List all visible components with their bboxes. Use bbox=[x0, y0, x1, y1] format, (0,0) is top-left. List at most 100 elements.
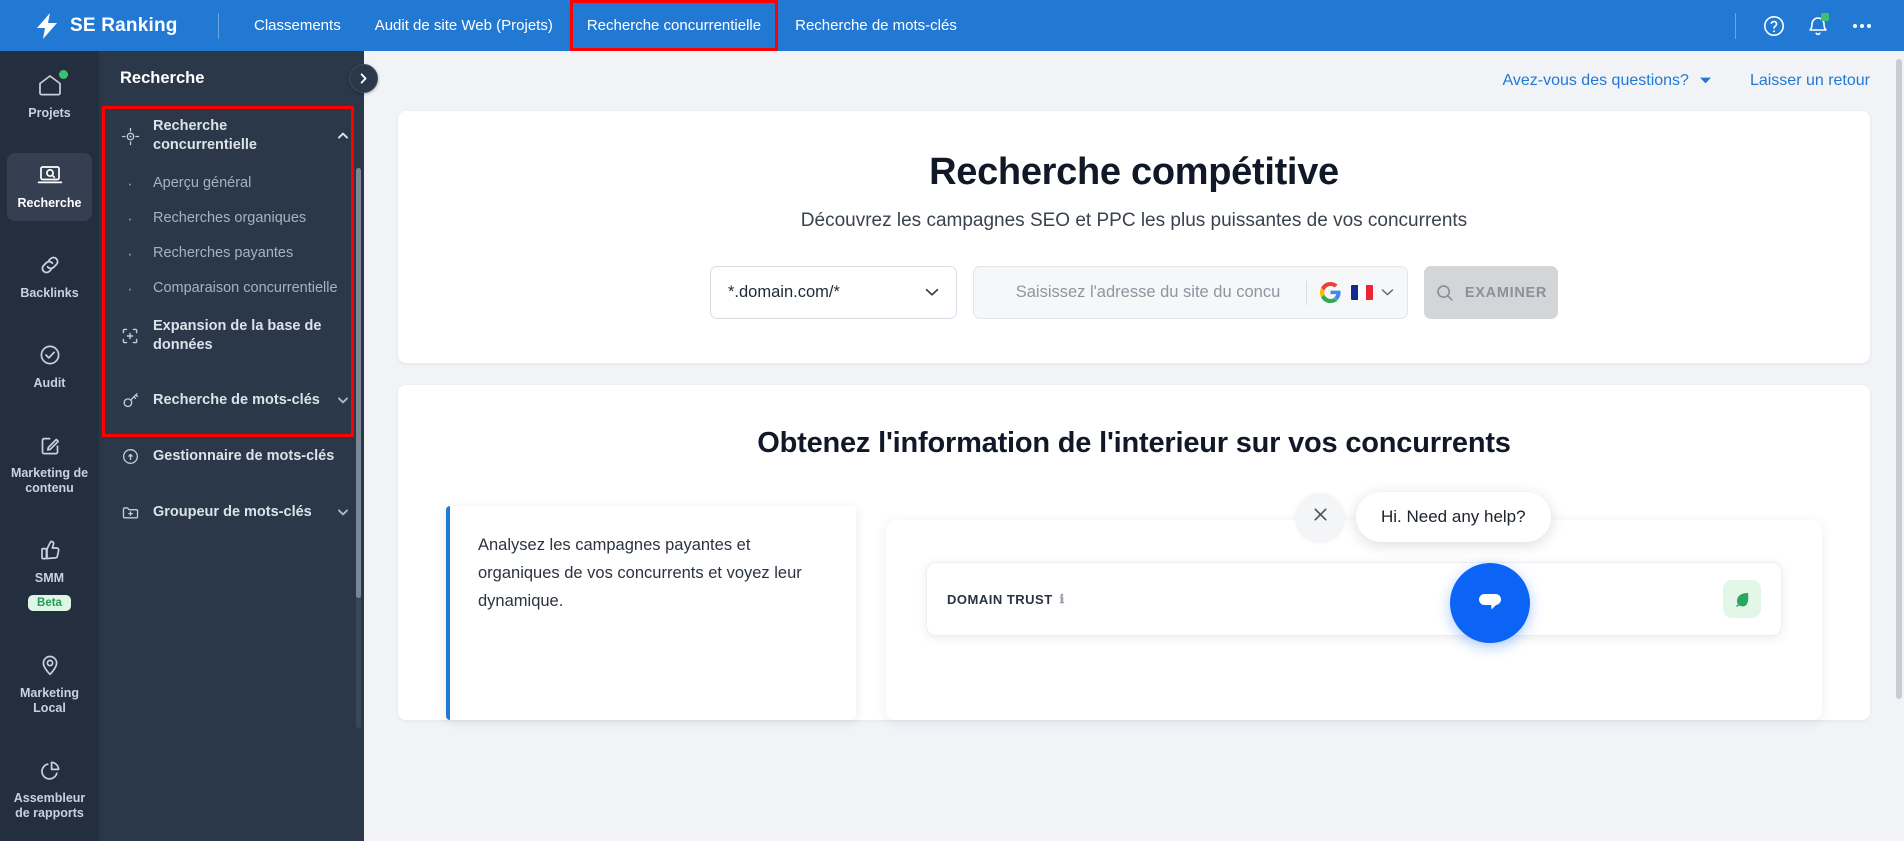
rail-label: Audit bbox=[33, 376, 66, 390]
section-body: Analysez les campagnes payantes et organ… bbox=[398, 460, 1870, 720]
rail-label: Backlinks bbox=[20, 286, 79, 300]
subnav-item-label: Comparaison concurrentielle bbox=[153, 280, 338, 296]
questions-label: Avez-vous des questions? bbox=[1502, 72, 1689, 89]
subnav-group-label: Recherche de mots-clés bbox=[153, 391, 320, 408]
insights-card: Obtenez l'information de l'interieur sur… bbox=[398, 385, 1870, 720]
subnav-item-expansion-base-de-donnees[interactable]: Expansion de la base de données bbox=[99, 306, 364, 366]
secondary-nav: Recherche Recherche concurrentielle · Ap… bbox=[99, 51, 364, 841]
questions-dropdown[interactable]: Avez-vous des questions? bbox=[1502, 72, 1711, 90]
primary-rail: Projets Recherche Backlinks Audit Market… bbox=[0, 51, 99, 841]
info-icon[interactable]: ℹ bbox=[1060, 592, 1065, 606]
rail-label: Marketing Local bbox=[19, 686, 80, 715]
subnav-item-label: Aperçu général bbox=[153, 175, 252, 191]
subnav-item-recherches-organiques[interactable]: · Recherches organiques bbox=[99, 201, 364, 236]
chat-greeting-text: Hi. Need any help? bbox=[1381, 507, 1526, 526]
rail-label: Projets bbox=[28, 106, 71, 120]
more-options-icon[interactable] bbox=[1840, 0, 1884, 51]
chevron-down-icon[interactable] bbox=[1381, 284, 1394, 302]
domain-mode-select[interactable]: *.domain.com/* bbox=[710, 266, 957, 319]
examine-button[interactable]: EXAMINER bbox=[1424, 266, 1558, 319]
target-icon bbox=[120, 126, 140, 146]
main-scrollbar-thumb[interactable] bbox=[1896, 59, 1902, 699]
chevron-up-icon[interactable] bbox=[336, 129, 350, 143]
section-title: Obtenez l'information de l'interieur sur… bbox=[757, 427, 1511, 459]
expand-db-icon bbox=[120, 326, 140, 346]
rail-item-assembleur-de-rapports[interactable]: Assembleur de rapports bbox=[0, 736, 99, 841]
home-icon bbox=[36, 70, 68, 100]
link-icon bbox=[36, 252, 64, 280]
keyword-manager-icon bbox=[120, 446, 140, 466]
examine-button-label: EXAMINER bbox=[1464, 284, 1548, 301]
subnav-group-groupeur-de-mots-cles[interactable]: Groupeur de mots-clés bbox=[99, 490, 364, 534]
bell-icon[interactable] bbox=[1796, 0, 1840, 51]
bullet-icon: · bbox=[127, 208, 133, 228]
subnav-item-label: Gestionnaire de mots-clés bbox=[153, 447, 335, 464]
domain-trust-text: DOMAIN TRUST bbox=[947, 591, 1053, 607]
chevron-down-icon[interactable] bbox=[336, 505, 350, 519]
close-icon bbox=[1311, 505, 1330, 529]
rail-item-marketing-de-contenu[interactable]: Marketing de contenu bbox=[0, 411, 99, 516]
france-flag-icon bbox=[1351, 285, 1373, 300]
rail-label: Assembleur de rapports bbox=[13, 791, 86, 820]
rail-item-projets[interactable]: Projets bbox=[0, 51, 99, 141]
map-pin-icon bbox=[36, 652, 64, 680]
feature-callout: Analysez les campagnes payantes et organ… bbox=[446, 506, 856, 720]
pie-chart-icon bbox=[36, 757, 64, 785]
beta-badge: Beta bbox=[28, 595, 71, 611]
folder-plus-icon bbox=[120, 502, 140, 522]
leave-feedback-link[interactable]: Laisser un retour bbox=[1750, 72, 1870, 90]
search-icon bbox=[1435, 283, 1455, 303]
rail-item-audit[interactable]: Audit bbox=[0, 321, 99, 411]
sidebar-collapse-toggle[interactable] bbox=[349, 64, 378, 93]
search-form: *.domain.com/* Saisissez l'adresse du si… bbox=[418, 266, 1850, 319]
chat-launcher-button[interactable] bbox=[1450, 563, 1530, 643]
competitor-url-input[interactable]: Saisissez l'adresse du site du concu bbox=[973, 266, 1408, 319]
top-actions-divider bbox=[1735, 12, 1736, 39]
preview-panel: DOMAIN TRUST ℹ bbox=[886, 520, 1822, 720]
chat-close-button[interactable] bbox=[1296, 493, 1344, 541]
chevron-down-icon[interactable] bbox=[336, 393, 350, 407]
topnav-item-recherche-concurrentielle[interactable]: Recherche concurrentielle bbox=[569, 0, 779, 51]
google-icon bbox=[1319, 281, 1342, 304]
subnav-item-apercu-general[interactable]: · Aperçu général bbox=[99, 166, 364, 201]
rail-item-smm[interactable]: SMM Beta bbox=[0, 516, 99, 631]
top-bar-actions bbox=[1735, 0, 1904, 51]
subnav-scrollbar-thumb[interactable] bbox=[356, 168, 361, 598]
subnav-group-recherche-concurrentielle[interactable]: Recherche concurrentielle bbox=[99, 106, 364, 166]
rail-item-recherche[interactable]: Recherche bbox=[0, 141, 99, 231]
bullet-icon: · bbox=[127, 278, 133, 298]
subnav-group-label: Recherche concurrentielle bbox=[153, 118, 257, 153]
help-circle-icon[interactable] bbox=[1752, 0, 1796, 51]
laptop-search-icon bbox=[36, 162, 64, 190]
chat-greeting-bubble[interactable]: Hi. Need any help? bbox=[1356, 492, 1551, 542]
subnav-group-label: Groupeur de mots-clés bbox=[153, 503, 312, 520]
topnav-item-recherche-mots-cles[interactable]: Recherche de mots-clés bbox=[778, 0, 974, 51]
chat-bubble-icon bbox=[1471, 582, 1509, 625]
subnav-group-recherche-de-mots-cles[interactable]: Recherche de mots-clés bbox=[99, 378, 364, 422]
feature-text: Analysez les campagnes payantes et organ… bbox=[478, 536, 802, 610]
brand-name: SE Ranking bbox=[70, 14, 178, 36]
page-subtitle: Découvrez les campagnes SEO et PPC les p… bbox=[800, 210, 1468, 231]
input-divider bbox=[1306, 280, 1307, 305]
leaf-icon bbox=[1723, 580, 1761, 618]
key-icon bbox=[120, 390, 140, 410]
subnav-item-comparaison-concurrentielle[interactable]: · Comparaison concurrentielle bbox=[99, 271, 364, 306]
lightning-bolt-icon bbox=[34, 12, 60, 40]
subnav-item-label: Expansion de la base de données bbox=[153, 318, 322, 353]
rail-item-backlinks[interactable]: Backlinks bbox=[0, 231, 99, 321]
subnav-item-recherches-payantes[interactable]: · Recherches payantes bbox=[99, 236, 364, 271]
chevron-down-icon bbox=[1699, 72, 1712, 90]
top-nav: Classements Audit de site Web (Projets) … bbox=[237, 0, 974, 51]
rail-label: SMM bbox=[34, 571, 65, 585]
rail-label: Marketing de contenu bbox=[10, 466, 89, 495]
rail-item-marketing-local[interactable]: Marketing Local bbox=[0, 631, 99, 736]
check-circle-icon bbox=[36, 342, 64, 370]
brand-logo[interactable]: SE Ranking bbox=[0, 0, 218, 51]
topnav-item-audit-site-web[interactable]: Audit de site Web (Projets) bbox=[358, 0, 570, 51]
main-content: Avez-vous des questions? Laisser un reto… bbox=[364, 51, 1904, 841]
domain-mode-value: *.domain.com/* bbox=[728, 283, 840, 301]
topnav-item-classements[interactable]: Classements bbox=[237, 0, 358, 51]
thumbs-up-icon bbox=[36, 537, 64, 565]
chevron-down-icon bbox=[925, 284, 939, 302]
subnav-item-gestionnaire-de-mots-cles[interactable]: Gestionnaire de mots-clés bbox=[99, 434, 364, 478]
